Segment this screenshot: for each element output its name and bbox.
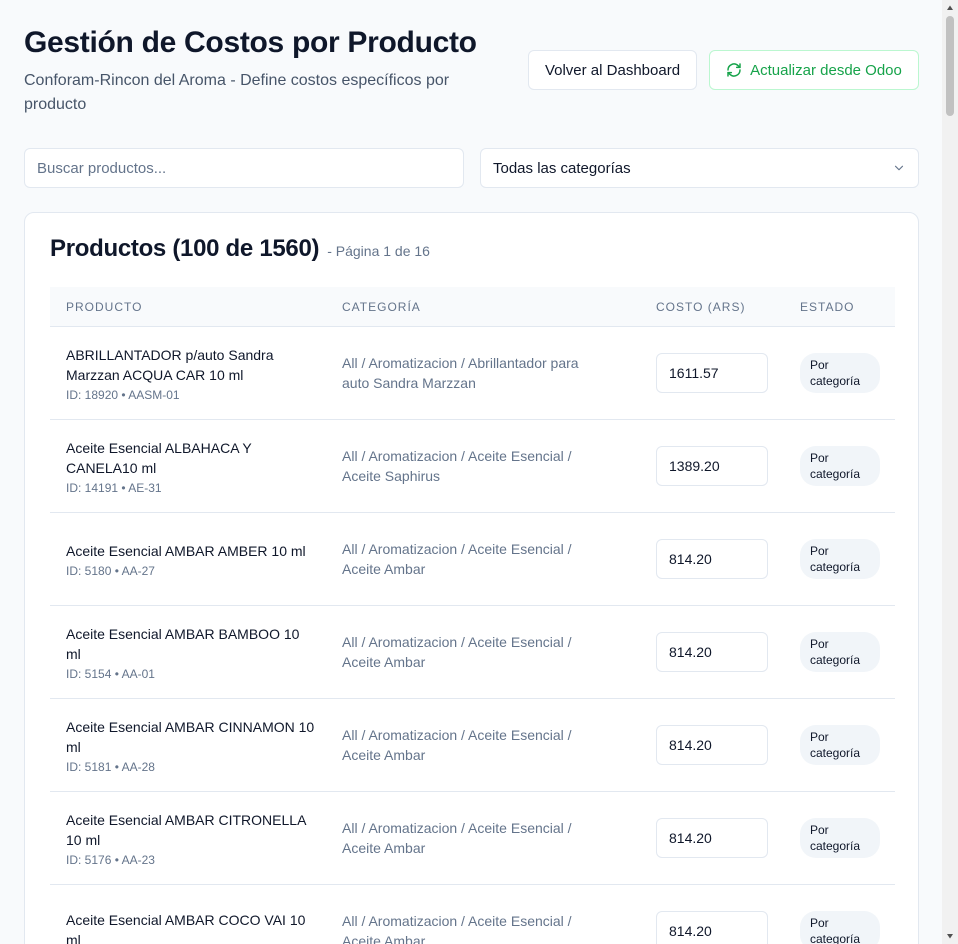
product-cell: Aceite Esencial AMBAR AMBER 10 ml ID: 51… (50, 541, 326, 578)
state-cell: Por categoría (784, 818, 895, 858)
status-badge: Por categoría (800, 725, 880, 765)
product-name: Aceite Esencial AMBAR COCO VAI 10 ml (66, 911, 306, 944)
table-row: Aceite Esencial AMBAR AMBER 10 ml ID: 51… (50, 513, 895, 606)
product-name: Aceite Esencial AMBAR CITRONELLA 10 ml (66, 811, 306, 848)
product-meta: ID: 5154 • AA-01 (66, 666, 155, 681)
products-card-header: Productos (100 de 1560) - Página 1 de 16 (50, 235, 430, 263)
column-header-product: PRODUCTO (66, 299, 143, 314)
column-header-cost: COSTO (ARS) (656, 299, 746, 314)
page-subtitle: Conforam-Rincon del Aroma - Define costo… (24, 72, 450, 113)
update-from-odoo-button[interactable]: Actualizar desde Odoo (709, 50, 919, 90)
product-category: All / Aromatizacion / Aceite Esencial / … (342, 913, 572, 944)
category-select-value: Todas las categorías (493, 159, 631, 177)
cost-cell (640, 632, 784, 672)
product-cell: Aceite Esencial AMBAR CINNAMON 10 ml ID:… (50, 717, 326, 774)
product-meta: ID: 5180 • AA-27 (66, 563, 155, 578)
search-input[interactable] (24, 148, 464, 188)
page-header: Gestión de Costos por Producto Conforam-… (24, 24, 919, 124)
table-row: Aceite Esencial AMBAR COCO VAI 10 ml All… (50, 885, 895, 944)
back-to-dashboard-button[interactable]: Volver al Dashboard (528, 50, 697, 90)
status-badge: Por categoría (800, 911, 880, 944)
update-from-odoo-label: Actualizar desde Odoo (750, 61, 902, 79)
column-header-category: CATEGORÍA (342, 299, 421, 314)
refresh-icon (727, 63, 741, 77)
scroll-down-arrow-icon[interactable] (946, 932, 954, 940)
table-row: Aceite Esencial AMBAR BAMBOO 10 ml ID: 5… (50, 606, 895, 699)
cost-cell (640, 353, 784, 393)
state-cell: Por categoría (784, 725, 895, 765)
cost-cell (640, 911, 784, 944)
cost-input[interactable] (656, 353, 768, 393)
product-meta: ID: 5181 • AA-28 (66, 759, 155, 774)
table-header: PRODUCTO CATEGORÍA COSTO (ARS) ESTADO (50, 287, 895, 327)
table-row: Aceite Esencial AMBAR CITRONELLA 10 ml I… (50, 792, 895, 885)
product-category: All / Aromatizacion / Aceite Esencial / … (342, 634, 572, 670)
state-cell: Por categoría (784, 539, 895, 579)
cost-cell (640, 818, 784, 858)
table-row: Aceite Esencial AMBAR CINNAMON 10 ml ID:… (50, 699, 895, 792)
scroll-up-arrow-icon[interactable] (946, 4, 954, 12)
cost-cell (640, 725, 784, 765)
product-category: All / Aromatizacion / Aceite Esencial / … (342, 541, 572, 577)
filters-bar: Todas las categorías (24, 148, 919, 188)
product-meta: ID: 5176 • AA-23 (66, 852, 155, 867)
status-badge: Por categoría (800, 818, 880, 858)
scrollbar-thumb[interactable] (946, 16, 954, 116)
back-to-dashboard-label: Volver al Dashboard (544, 61, 681, 79)
cost-input[interactable] (656, 818, 768, 858)
cost-input[interactable] (656, 539, 768, 579)
product-name: Aceite Esencial AMBAR BAMBOO 10 ml (66, 625, 300, 662)
product-cell: ABRILLANTADOR p/auto Sandra Marzzan ACQU… (50, 345, 326, 402)
cost-input[interactable] (656, 446, 768, 486)
status-badge: Por categoría (800, 446, 880, 486)
state-cell: Por categoría (784, 446, 895, 486)
column-header-state: ESTADO (800, 299, 855, 314)
cost-input[interactable] (656, 911, 768, 944)
chevron-down-icon (894, 165, 904, 171)
products-card: Productos (100 de 1560) - Página 1 de 16… (24, 212, 919, 944)
page-title: Gestión de Costos por Producto (24, 26, 477, 59)
cost-input[interactable] (656, 725, 768, 765)
product-cell: Aceite Esencial AMBAR CITRONELLA 10 ml I… (50, 810, 326, 867)
product-cell: Aceite Esencial AMBAR BAMBOO 10 ml ID: 5… (50, 624, 326, 681)
product-category: All / Aromatizacion / Aceite Esencial / … (342, 727, 572, 763)
table-row: ABRILLANTADOR p/auto Sandra Marzzan ACQU… (50, 327, 895, 420)
product-cell: Aceite Esencial ALBAHACA Y CANELA10 ml I… (50, 438, 326, 495)
product-meta: ID: 14191 • AE-31 (66, 480, 162, 495)
product-name: Aceite Esencial AMBAR CINNAMON 10 ml (66, 718, 315, 755)
vertical-scrollbar[interactable] (942, 0, 958, 944)
cost-cell (640, 539, 784, 579)
cost-cell (640, 446, 784, 486)
product-category: All / Aromatizacion / Aceite Esencial / … (342, 820, 572, 856)
state-cell: Por categoría (784, 911, 895, 944)
status-badge: Por categoría (800, 539, 880, 579)
product-category: All / Aromatizacion / Abrillantador para… (342, 355, 579, 391)
cost-input[interactable] (656, 632, 768, 672)
state-cell: Por categoría (784, 353, 895, 393)
product-name: Aceite Esencial ALBAHACA Y CANELA10 ml (66, 439, 252, 476)
products-table: PRODUCTO CATEGORÍA COSTO (ARS) ESTADO AB… (50, 287, 895, 944)
state-cell: Por categoría (784, 632, 895, 672)
product-cell: Aceite Esencial AMBAR COCO VAI 10 ml (50, 910, 326, 944)
products-card-title: Productos (100 de 1560) (50, 235, 320, 262)
product-meta: ID: 18920 • AASM-01 (66, 387, 180, 402)
status-badge: Por categoría (800, 632, 880, 672)
product-name: Aceite Esencial AMBAR AMBER 10 ml (66, 542, 306, 559)
category-select[interactable]: Todas las categorías (480, 148, 919, 188)
product-name: ABRILLANTADOR p/auto Sandra Marzzan ACQU… (66, 346, 274, 383)
table-row: Aceite Esencial ALBAHACA Y CANELA10 ml I… (50, 420, 895, 513)
page-info: - Página 1 de 16 (327, 243, 430, 259)
status-badge: Por categoría (800, 353, 880, 393)
product-category: All / Aromatizacion / Aceite Esencial / … (342, 448, 572, 484)
